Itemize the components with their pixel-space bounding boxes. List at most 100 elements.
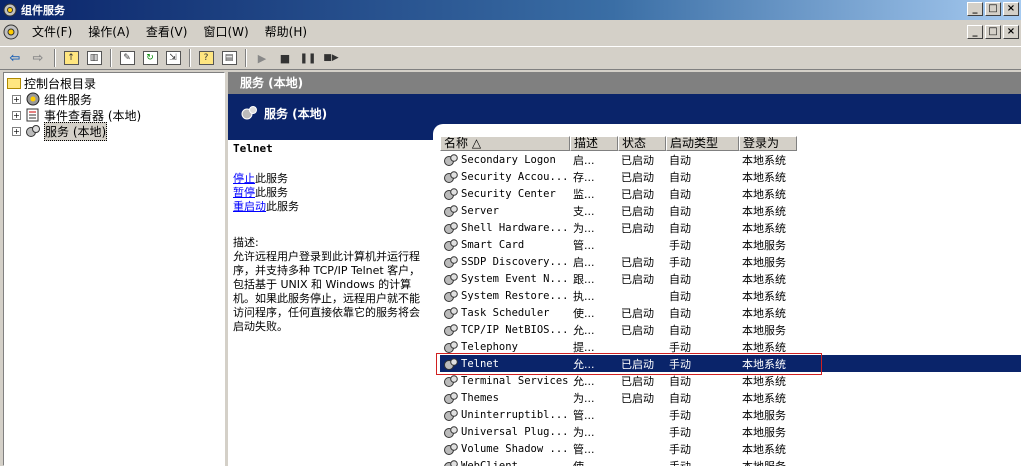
column-log-on-as[interactable]: 登录为 [739, 136, 797, 151]
service-detail: Telnet 停止此服务 暂停此服务 重启动此服务 描述: 允许远程用户登录到此… [230, 140, 432, 466]
action-text: 此服务 [255, 172, 288, 185]
gears-icon [444, 306, 458, 319]
service-description-cell: 管... [573, 408, 595, 422]
service-name: System Event N... [440, 272, 570, 286]
child-minimize-button[interactable]: _ [967, 25, 983, 39]
gears-icon [444, 153, 458, 166]
restart-icon[interactable]: ■▶ [320, 48, 342, 68]
pause-icon[interactable]: ❚❚ [297, 48, 319, 68]
gears-icon [444, 187, 458, 200]
properties-icon[interactable]: ✎ [116, 48, 138, 68]
service-name: TCP/IP NetBIOS... [440, 323, 570, 337]
child-close-button[interactable]: × [1003, 25, 1019, 39]
gears-icon [444, 221, 458, 234]
table-row[interactable]: Smart Card 管... 手动 本地服务 [440, 236, 1021, 253]
table-row[interactable]: Security Center 监... 已启动 自动 本地系统 [440, 185, 1021, 202]
table-row[interactable]: WebClient 使... 手动 本地服务 [440, 457, 1021, 466]
menu-action[interactable]: 操作(A) [80, 22, 138, 42]
menu-help[interactable]: 帮助(H) [257, 22, 315, 42]
tree-root[interactable]: 控制台根目录 [4, 75, 224, 91]
console-tree: 控制台根目录 + 组件服务 + 事件查看器 (本地) + 服务 (本地) [3, 72, 225, 466]
export-list-icon[interactable]: ⇲ [162, 48, 184, 68]
service-description-cell: 为... [573, 425, 595, 439]
service-name: WebClient [440, 459, 570, 466]
tree-item-services[interactable]: + 服务 (本地) [4, 121, 224, 141]
table-row[interactable]: System Restore... 执... 自动 本地系统 [440, 287, 1021, 304]
column-name[interactable]: 名称 △ [440, 136, 570, 151]
table-row[interactable]: Server 支... 已启动 自动 本地系统 [440, 202, 1021, 219]
table-row[interactable]: Volume Shadow ... 管... 手动 本地系统 [440, 440, 1021, 457]
pause-link[interactable]: 暂停 [233, 186, 255, 199]
service-startup-type: 自动 [669, 170, 691, 184]
table-row[interactable]: TCP/IP NetBIOS... 允... 已启动 自动 本地服务 [440, 321, 1021, 338]
expand-icon[interactable]: + [12, 110, 21, 120]
service-log-on-as: 本地系统 [742, 187, 786, 201]
up-folder-icon[interactable]: ↑ [60, 48, 82, 68]
tree-item-event-viewer[interactable]: + 事件查看器 (本地) [4, 107, 224, 123]
service-description-cell: 管... [573, 238, 595, 252]
gears-icon [444, 391, 458, 404]
forward-arrow-icon[interactable]: ⇨ [27, 48, 49, 68]
table-row[interactable]: Shell Hardware... 为... 已启动 自动 本地系统 [440, 219, 1021, 236]
service-status: 已启动 [621, 391, 654, 405]
component-services-icon [26, 92, 40, 106]
stop-icon[interactable]: ■ [274, 48, 296, 68]
table-row[interactable]: Secondary Logon 启... 已启动 自动 本地系统 [440, 151, 1021, 168]
tree-root-label: 控制台根目录 [24, 76, 97, 91]
service-status: 已启动 [621, 170, 654, 184]
restart-link[interactable]: 重启动 [233, 200, 266, 213]
gears-icon [444, 340, 458, 353]
service-log-on-as: 本地系统 [742, 442, 786, 456]
services-pane: 服务 (本地) 服务 (本地) Telnet 停止此服务 暂停此服务 重启动此服… [228, 72, 1021, 466]
service-name-text: System Event N... [461, 272, 569, 285]
play-icon[interactable]: ▶ [251, 48, 273, 68]
service-startup-type: 自动 [669, 323, 691, 337]
gears-icon [444, 374, 458, 387]
back-arrow-icon[interactable]: ⇦ [4, 48, 26, 68]
service-startup-type: 自动 [669, 187, 691, 201]
refresh-icon[interactable]: ↻ [139, 48, 161, 68]
maximize-button[interactable]: □ [985, 2, 1001, 16]
table-row[interactable]: Themes 为... 已启动 自动 本地系统 [440, 389, 1021, 406]
service-name-text: Terminal Services [461, 374, 569, 387]
service-name-text: Task Scheduler [461, 306, 550, 319]
folder-icon [7, 77, 21, 89]
table-row[interactable]: SSDP Discovery... 启... 已启动 手动 本地服务 [440, 253, 1021, 270]
close-button[interactable]: × [1003, 2, 1019, 16]
help-icon[interactable]: ? [195, 48, 217, 68]
expand-icon[interactable]: + [12, 126, 21, 136]
column-status[interactable]: 状态 [618, 136, 666, 151]
console-icon[interactable] [2, 23, 20, 41]
table-row[interactable]: Uninterruptibl... 管... 手动 本地服务 [440, 406, 1021, 423]
service-name: Secondary Logon [440, 153, 570, 167]
child-maximize-button[interactable]: □ [985, 25, 1001, 39]
stop-link[interactable]: 停止 [233, 172, 255, 185]
table-row[interactable]: System Event N... 跟... 已启动 自动 本地系统 [440, 270, 1021, 287]
highlight-box [436, 353, 822, 375]
menu-view[interactable]: 查看(V) [138, 22, 196, 42]
service-name: Telephony [440, 340, 570, 354]
column-description[interactable]: 描述 [570, 136, 618, 151]
minimize-button[interactable]: _ [967, 2, 983, 16]
table-row[interactable]: Security Accou... 存... 已启动 自动 本地系统 [440, 168, 1021, 185]
service-name: SSDP Discovery... [440, 255, 570, 269]
gears-icon [26, 125, 40, 137]
table-row[interactable]: Task Scheduler 使... 已启动 自动 本地系统 [440, 304, 1021, 321]
service-startup-type: 手动 [669, 442, 691, 456]
service-log-on-as: 本地服务 [742, 425, 786, 439]
action-text: 此服务 [266, 200, 299, 213]
toolbar-separator [110, 49, 112, 67]
console-tree-icon[interactable]: ▤ [218, 48, 240, 68]
expand-icon[interactable]: + [12, 94, 21, 104]
column-startup-type[interactable]: 启动类型 [666, 136, 739, 151]
menu-file[interactable]: 文件(F) [24, 22, 80, 42]
table-row[interactable]: Universal Plug... 为... 手动 本地服务 [440, 423, 1021, 440]
menu-window[interactable]: 窗口(W) [195, 22, 256, 42]
show-tree-icon[interactable]: ▥ [83, 48, 105, 68]
tree-item-component-services[interactable]: + 组件服务 [4, 91, 224, 107]
service-name-text: Secondary Logon [461, 153, 556, 166]
service-status: 已启动 [621, 272, 654, 286]
gears-icon [444, 170, 458, 183]
gears-icon [444, 459, 458, 466]
service-startup-type: 自动 [669, 204, 691, 218]
